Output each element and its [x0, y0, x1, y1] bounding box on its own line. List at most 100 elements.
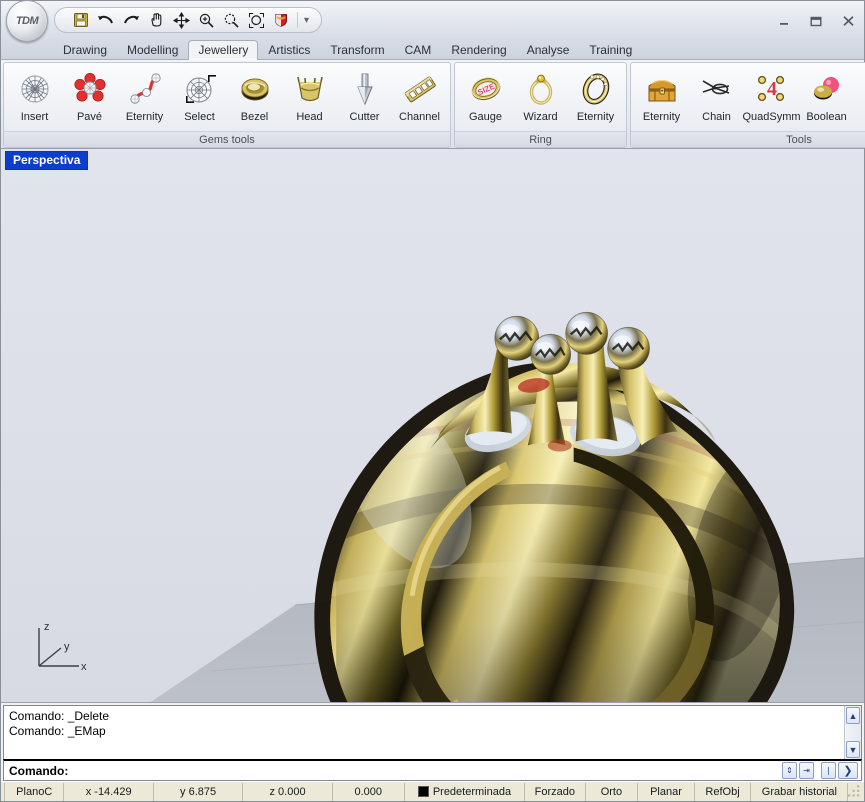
pan-hand-icon	[150, 12, 161, 27]
command-bar-button[interactable]: ❘	[821, 762, 836, 779]
redo-button[interactable]	[119, 9, 143, 31]
ribbon-group-gems-tools: Insert Pavé Eternity Select Bezel Head C…	[3, 62, 451, 148]
tab-drawing[interactable]: Drawing	[53, 40, 117, 60]
status-layer[interactable]: Predeterminada	[405, 782, 526, 801]
status-extra-value: 0.000	[333, 782, 405, 801]
ribbon-label-eternity-ring: Eternity	[576, 111, 615, 123]
resize-grip-icon[interactable]	[848, 784, 862, 799]
ribbon-button-quadsymm[interactable]: 4 QuadSymm	[742, 65, 801, 124]
scroll-up-button[interactable]: ▲	[846, 707, 860, 724]
undo-button[interactable]	[94, 9, 118, 31]
select-gem-icon	[182, 69, 218, 109]
status-x-coordinate: x -14.429	[64, 782, 154, 801]
status-plane[interactable]: PlanoC	[4, 782, 65, 801]
qat-more-button[interactable]: ▾	[302, 15, 311, 26]
tab-jewellery[interactable]: Jewellery	[188, 40, 259, 60]
viewport-perspectiva[interactable]: Perspectiva z y x	[1, 149, 864, 703]
save-icon	[74, 13, 88, 27]
command-run-button[interactable]: ❯	[838, 762, 858, 779]
bezel-setting-icon	[237, 69, 273, 109]
ribbon-label-chain: Chain	[702, 111, 731, 123]
pliers-chain-icon	[699, 69, 735, 109]
command-history-lines: Comando: _Delete Comando: _EMap	[4, 706, 844, 759]
status-y-coordinate: y 6.875	[154, 782, 244, 801]
status-toggle-orto[interactable]: Orto	[586, 782, 639, 801]
zoom-in-button[interactable]	[194, 9, 218, 31]
ring-wizard-icon	[523, 69, 559, 109]
command-prompt-bar[interactable]: Comando: ⇕ ⇥ ❘ ❯	[3, 759, 862, 781]
tab-modelling[interactable]: Modelling	[117, 40, 188, 60]
maximize-button[interactable]	[806, 13, 826, 29]
group-title-tools: Tools	[631, 131, 865, 147]
command-scrollbar[interactable]: ▲ ▼	[844, 706, 861, 759]
viewport-label[interactable]: Perspectiva	[5, 151, 89, 170]
quad-symmetry-icon: 4	[754, 69, 790, 109]
tdm-logo-text: TDM	[15, 15, 39, 27]
title-bar: TDM ▾	[1, 0, 864, 42]
group-title-ring: Ring	[455, 131, 626, 147]
command-expand-button[interactable]: ⇥	[799, 762, 814, 779]
axis-label-z: z	[44, 621, 50, 633]
ribbon-label-eternity-chest: Eternity	[642, 111, 681, 123]
ribbon-label-insert: Insert	[20, 111, 49, 123]
zoom-extents-button[interactable]	[244, 9, 268, 31]
command-area: Comando: _Delete Comando: _EMap ▲ ▼ Coma…	[1, 703, 864, 781]
ribbon-button-pave[interactable]: Pavé	[62, 65, 117, 124]
status-toggle-refobj[interactable]: RefObj	[695, 782, 752, 801]
ribbon-button-select[interactable]: Select	[172, 65, 227, 124]
scroll-down-button[interactable]: ▼	[846, 741, 860, 758]
ribbon-button-gauge[interactable]: SIZE Gauge	[458, 65, 513, 124]
shield-button[interactable]	[269, 9, 293, 31]
ribbon-button-head[interactable]: Head	[282, 65, 337, 124]
minimize-button[interactable]	[774, 13, 794, 29]
ribbon-button-channel[interactable]: Channel	[392, 65, 447, 124]
ribbon-button-boolean[interactable]: Boolean	[799, 65, 854, 124]
pave-flower-icon	[72, 69, 108, 109]
tdm-logo-button[interactable]: TDM	[6, 0, 48, 42]
status-toggle-forzado[interactable]: Forzado	[525, 782, 586, 801]
ribbon-button-chain[interactable]: Chain	[689, 65, 744, 124]
svg-text:4: 4	[767, 78, 777, 100]
quick-access-toolbar: ▾	[54, 7, 323, 33]
ribbon-label-cutter: Cutter	[349, 111, 380, 123]
ribbon-label-select: Select	[184, 111, 215, 123]
ribbon-button-cubes[interactable]: Cubes	[854, 65, 865, 124]
tab-rendering[interactable]: Rendering	[441, 40, 516, 60]
close-icon	[842, 16, 854, 26]
tab-training[interactable]: Training	[579, 40, 642, 60]
channel-setting-icon	[402, 69, 438, 109]
undo-icon	[98, 15, 113, 24]
close-button[interactable]	[838, 13, 858, 29]
ring-items: SIZE Gauge Wizard Eternity	[458, 65, 623, 131]
ribbon-label-quadsymm: QuadSymm	[742, 111, 801, 123]
ribbon-button-eternity-chest[interactable]: Eternity	[634, 65, 689, 124]
status-toggle-planar[interactable]: Planar	[638, 782, 695, 801]
ribbon-button-insert[interactable]: Insert	[7, 65, 62, 124]
ribbon-label-head: Head	[296, 111, 323, 123]
tab-analyse[interactable]: Analyse	[517, 40, 580, 60]
zoom-extents-icon	[248, 12, 264, 28]
qat-separator	[297, 12, 298, 28]
head-prong-icon	[292, 69, 328, 109]
tab-cam[interactable]: CAM	[395, 40, 442, 60]
command-spinner-button[interactable]: ⇕	[782, 762, 797, 779]
pan-button[interactable]	[144, 9, 168, 31]
command-history[interactable]: Comando: _Delete Comando: _EMap ▲ ▼	[3, 705, 862, 759]
save-button[interactable]	[69, 9, 93, 31]
command-history-line: Comando: _Delete	[9, 709, 110, 723]
command-input[interactable]	[72, 761, 782, 780]
ribbon-label-gauge: Gauge	[468, 111, 503, 123]
tab-transform[interactable]: Transform	[320, 40, 394, 60]
layer-color-swatch[interactable]	[417, 786, 429, 797]
ribbon-button-eternity-gems[interactable]: Eternity	[117, 65, 172, 124]
status-toggle-grabar-historial[interactable]: Grabar historial	[751, 782, 849, 801]
zoom-selected-button[interactable]	[219, 9, 243, 31]
ribbon-button-wizard[interactable]: Wizard	[513, 65, 568, 124]
ribbon-button-eternity-ring[interactable]: Eternity	[568, 65, 623, 124]
ribbon-button-cutter[interactable]: Cutter	[337, 65, 392, 124]
shield-icon	[275, 14, 287, 27]
viewport-3d-render	[1, 149, 864, 702]
ribbon-button-bezel[interactable]: Bezel	[227, 65, 282, 124]
tab-artistics[interactable]: Artistics	[258, 40, 320, 60]
move-button[interactable]	[169, 9, 193, 31]
